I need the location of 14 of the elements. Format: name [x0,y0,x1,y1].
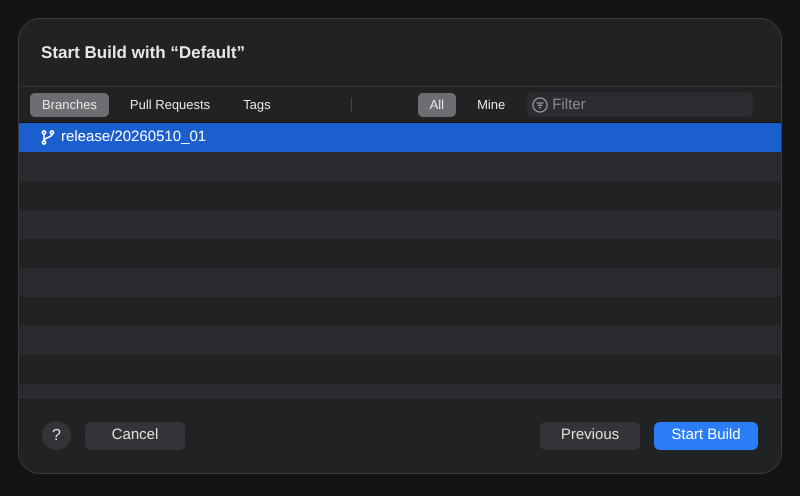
tab[interactable]: Branches [30,92,109,116]
tab[interactable]: Tags [231,92,283,116]
branch-icon [41,130,55,145]
branch-row[interactable]: release/20260510_01 [19,123,781,152]
help-button[interactable]: ? [42,421,71,450]
start-build-button[interactable]: Start Build [654,422,758,450]
previous-button[interactable]: Previous [540,422,640,450]
tab[interactable]: Mine [465,92,518,116]
tab[interactable]: All [418,92,456,116]
tab[interactable]: Pull Requests [118,92,222,116]
cancel-button[interactable]: Cancel [85,422,185,450]
dialog-title: Start Build with “Default” [41,42,245,64]
filter-icon [532,96,548,112]
filter-field[interactable]: Filter [527,92,754,117]
